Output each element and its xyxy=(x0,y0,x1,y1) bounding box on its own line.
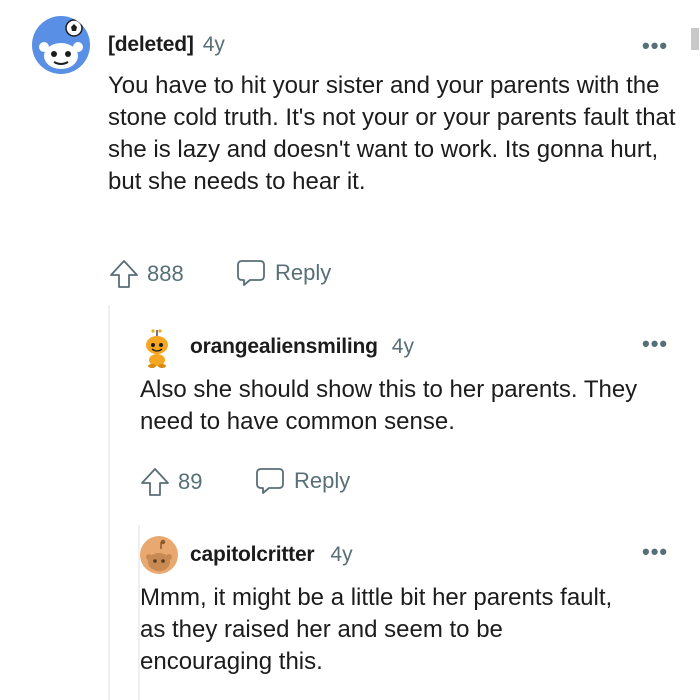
avatar[interactable] xyxy=(140,536,178,574)
scrollbar-thumb[interactable] xyxy=(691,28,699,50)
more-options-button[interactable]: ••• xyxy=(642,33,668,59)
upvote-arrow-icon xyxy=(110,260,138,288)
more-options-button[interactable]: ••• xyxy=(642,539,668,565)
snoo-avatar-icon xyxy=(39,19,83,69)
reply-label: Reply xyxy=(294,468,351,493)
avatar[interactable] xyxy=(32,16,90,74)
vote-count: 888 xyxy=(147,261,184,286)
username[interactable]: orangealiensmiling xyxy=(190,335,378,359)
comment-body: Mmm, it might be a little bit her parent… xyxy=(140,584,613,675)
reply-bubble-icon xyxy=(256,468,284,494)
reply-label: Reply xyxy=(275,260,332,285)
reply-bubble-icon xyxy=(237,260,265,286)
comment-body: Also she should show this to her parents… xyxy=(140,376,638,435)
timestamp: 4y xyxy=(330,543,353,566)
username[interactable]: [deleted] xyxy=(108,33,194,57)
tan-snoo-avatar-icon xyxy=(146,539,172,571)
more-options-button[interactable]: ••• xyxy=(642,331,668,357)
timestamp: 4y xyxy=(391,335,414,358)
comment-meta: [deleted] 4y xyxy=(108,33,225,57)
thread-line-1[interactable] xyxy=(108,305,110,700)
username[interactable]: capitolcritter xyxy=(190,543,315,567)
orange-snoo-icon xyxy=(146,329,168,368)
comment-body: You have to hit your sister and your par… xyxy=(108,72,676,195)
upvote-arrow-icon xyxy=(141,468,169,496)
upvote-button[interactable]: 888 xyxy=(108,258,184,290)
timestamp: 4y xyxy=(202,33,225,56)
reply-button[interactable]: Reply xyxy=(235,258,331,288)
comment-meta: capitolcritter 4y xyxy=(190,543,353,567)
comment-meta: orangealiensmiling 4y xyxy=(190,335,414,359)
reply-button[interactable]: Reply xyxy=(254,466,350,496)
upvote-button[interactable]: 89 xyxy=(139,466,202,498)
avatar[interactable] xyxy=(140,328,176,368)
vote-count: 89 xyxy=(178,469,203,494)
